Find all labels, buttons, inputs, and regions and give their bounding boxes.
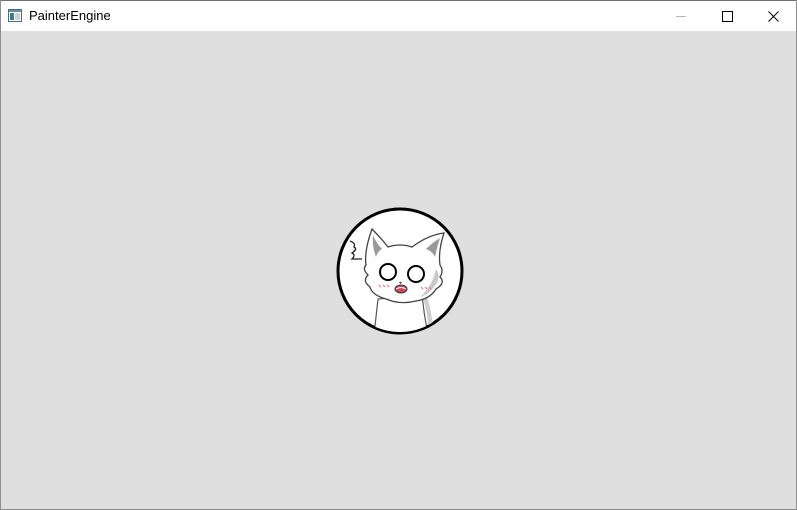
maximize-icon xyxy=(721,10,733,22)
window-controls xyxy=(658,1,796,31)
minimize-icon xyxy=(676,11,686,21)
title-bar[interactable]: PainterEngine xyxy=(1,0,796,31)
app-window-icon xyxy=(8,9,22,22)
render-canvas[interactable] xyxy=(1,31,796,509)
window-title: PainterEngine xyxy=(29,8,111,23)
maximize-button[interactable] xyxy=(704,1,750,31)
app-window: PainterEngine xyxy=(0,0,797,510)
minimize-button[interactable] xyxy=(658,1,704,31)
cat-avatar-icon xyxy=(336,207,464,335)
close-icon xyxy=(767,10,779,22)
close-button[interactable] xyxy=(750,1,796,31)
